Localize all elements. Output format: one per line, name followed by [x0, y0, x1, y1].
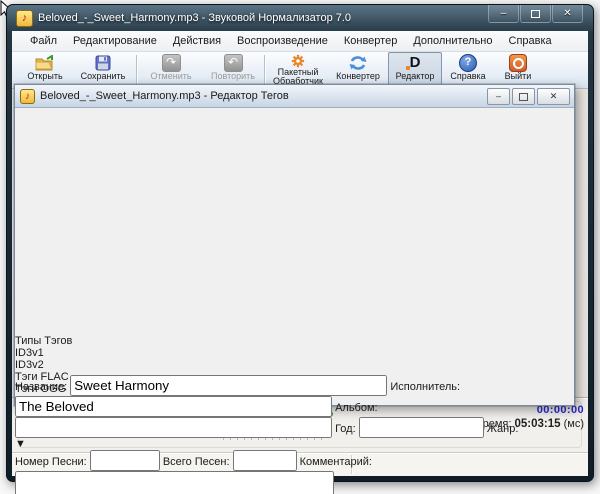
dialog-minimize-button[interactable]: – [487, 88, 510, 105]
exit-icon [509, 54, 527, 72]
title-input[interactable] [70, 375, 387, 396]
toolbar-help-button[interactable]: ? Справка [444, 53, 492, 87]
redo-icon: ↶ [224, 54, 243, 72]
dialog-client: Тэги Типы Тэгов ID3v1 ID3v2 Тэги FLAC [15, 85, 574, 494]
dialog-icon: ♪ [20, 89, 35, 104]
close-button[interactable]: ✕ [552, 5, 583, 23]
screen: ♪ Beloved_-_Sweet_Harmony.mp3 - Звуковой… [0, 0, 600, 494]
toolbar-save-button[interactable]: Сохранить [74, 53, 132, 87]
tag-types-groupbox: Типы Тэгов ID3v1 ID3v2 Тэги FLAC Тэги OG… [15, 335, 396, 375]
year-input[interactable] [359, 417, 484, 438]
radio-id3v2[interactable]: ID3v2 [15, 359, 396, 371]
artist-input[interactable] [15, 396, 332, 417]
menu-help[interactable]: Справка [501, 32, 560, 50]
gear-icon [291, 54, 305, 68]
menu-extra[interactable]: Дополнительно [405, 32, 500, 50]
music-note-icon: ♪ [25, 91, 30, 102]
dialog-close-button[interactable]: ✕ [537, 88, 570, 105]
maximize-icon [531, 10, 540, 18]
track-number-input[interactable] [90, 450, 160, 471]
converter-arrows-icon [349, 54, 367, 72]
toolbar-undo-button[interactable]: ↷ Отменить [142, 53, 200, 87]
open-folder-icon [35, 54, 55, 72]
year-label: Год: [335, 423, 356, 435]
maximize-button[interactable] [520, 5, 551, 23]
close-icon: ✕ [563, 9, 571, 19]
toolbar-exit-button[interactable]: Выйти [496, 53, 540, 87]
menu-converter[interactable]: Конвертер [336, 32, 405, 50]
toolbar-separator [264, 55, 265, 84]
album-label: Альбом: [335, 402, 378, 414]
minimize-icon: – [501, 9, 507, 19]
menu-playback[interactable]: Воспроизведение [229, 32, 336, 50]
genre-label: Жанр: [487, 423, 519, 435]
toolbar-separator [136, 55, 137, 84]
undo-icon: ↷ [162, 54, 181, 72]
comment-textarea[interactable] [15, 471, 334, 494]
artist-label: Исполнитель: [390, 381, 460, 393]
toolbar-open-button[interactable]: Открыть [18, 53, 72, 87]
genre-select[interactable]: ▼ [15, 438, 160, 450]
toolbar-converter-button[interactable]: Конвертер [332, 53, 384, 87]
dialog-maximize-button[interactable] [512, 88, 535, 105]
toolbar-tag-editor-button[interactable]: D Редактор [388, 52, 442, 88]
close-icon: ✕ [550, 92, 558, 101]
tags-groupbox: Тэги [15, 85, 428, 335]
minimize-button[interactable]: – [488, 5, 519, 23]
total-tracks-input[interactable] [233, 450, 297, 471]
maximize-icon [519, 93, 528, 101]
comment-label: Комментарий: [300, 456, 372, 468]
dialog-titlebar: ♪ Beloved_-_Sweet_Harmony.mp3 - Редактор… [15, 85, 574, 108]
music-note-icon: ♪ [22, 13, 28, 24]
toolbar-batch-processor-button[interactable]: Пакетный Обработчик [268, 53, 328, 87]
title-label: Название: [15, 381, 67, 393]
menu-edit[interactable]: Редактирование [65, 32, 165, 50]
tag-types-label: Типы Тэгов [15, 335, 72, 347]
toolbar-redo-button[interactable]: ↶ Повторить [204, 53, 262, 87]
menubar: Файл Редактирование Действия Воспроизвед… [12, 31, 588, 52]
menu-actions[interactable]: Действия [165, 32, 229, 50]
menu-file[interactable]: Файл [22, 32, 65, 50]
radio-id3v1[interactable]: ID3v1 [15, 347, 396, 359]
floppy-save-icon [95, 54, 111, 72]
main-window-title: Beloved_-_Sweet_Harmony.mp3 - Звуковой Н… [38, 12, 351, 24]
tag-editor-dialog: ♪ Beloved_-_Sweet_Harmony.mp3 - Редактор… [14, 84, 575, 406]
help-icon: ? [459, 54, 477, 72]
total-tracks-label: Всего Песен: [163, 456, 230, 468]
tag-editor-icon: D [410, 54, 421, 72]
minimize-icon: – [496, 92, 501, 101]
dropdown-arrow-icon: ▼ [15, 438, 26, 450]
app-icon: ♪ [16, 10, 33, 27]
track-number-label: Номер Песни: [15, 456, 87, 468]
main-titlebar: ♪ Beloved_-_Sweet_Harmony.mp3 - Звуковой… [7, 5, 593, 31]
album-input[interactable] [15, 417, 332, 438]
dialog-title: Beloved_-_Sweet_Harmony.mp3 - Редактор Т… [40, 90, 289, 102]
